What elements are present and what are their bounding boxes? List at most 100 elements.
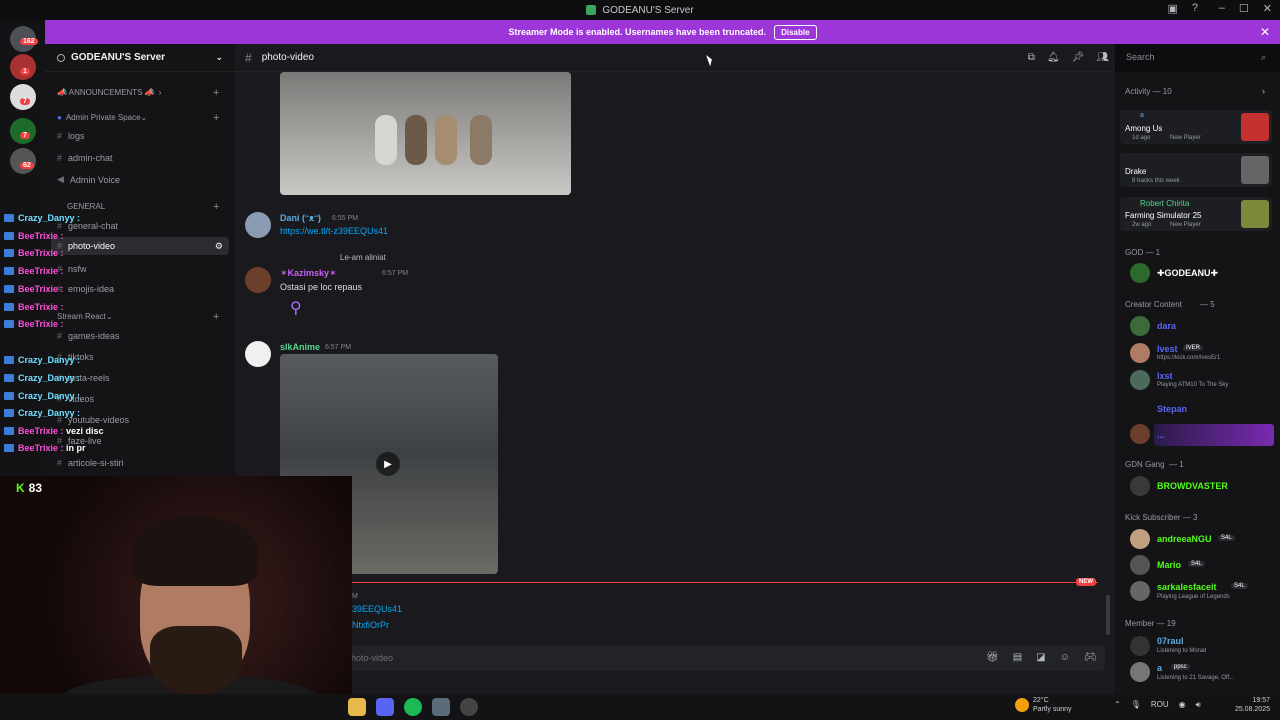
avatar[interactable] [1130,316,1150,336]
file-explorer-icon[interactable] [348,698,366,716]
member-name[interactable]: Ivest [1157,344,1178,354]
member-name[interactable]: sarkalesfaceit [1157,582,1217,592]
member-status: Playing ATM10 To The Sky [1157,382,1229,388]
gif-icon[interactable]: ▤ [1013,652,1022,663]
server-icon[interactable] [10,84,36,110]
role-header: GDN Gang [1125,460,1165,469]
avatar[interactable] [245,212,271,238]
avatar[interactable] [1130,636,1150,656]
avatar[interactable] [1130,263,1150,283]
server-icon[interactable] [10,148,36,174]
role-header: GOD — 1 [1125,248,1161,257]
member-name[interactable]: Mario [1157,560,1181,570]
member-name[interactable]: Ixst [1157,371,1173,381]
gift-icon[interactable]: 🎁︎ [986,652,999,663]
avatar[interactable] [1130,555,1150,575]
chevron-right-icon[interactable]: › [1262,86,1265,96]
maximize-button[interactable]: ☐ [1239,2,1249,15]
add-channel-icon[interactable]: + [213,311,219,323]
members-icon[interactable]: 👥︎ [1096,52,1109,63]
member-tag: IVER [1183,345,1204,351]
activity-card[interactable]: a Among Us 1d ago New Player [1120,110,1272,144]
clock[interactable]: 19:57 25.08.2025 [1232,696,1270,714]
search-input[interactable]: Search ⌕ [1120,49,1272,67]
server-icon[interactable] [10,54,36,80]
message-link[interactable]: https://we.tl/t-z39EEQUs41 [280,226,388,236]
play-icon[interactable]: ▶ [376,452,400,476]
attached-image[interactable] [280,72,571,195]
sticker-icon[interactable]: ◪ [1036,652,1045,663]
member-name[interactable]: Stepan [1157,404,1187,414]
avatar[interactable] [1130,343,1150,363]
help-icon[interactable]: ? [1192,2,1198,15]
close-window-button[interactable]: ✕ [1263,2,1272,15]
pin-icon[interactable]: 📌︎ [1072,52,1085,63]
gear-icon[interactable]: ⚙ [215,241,223,252]
category-announcements[interactable]: 📣 ANNOUNCEMENTS 📣 › [57,88,161,97]
member-tag: S4L [1218,535,1235,541]
add-channel-icon[interactable]: + [213,112,219,124]
server-header[interactable]: GODEANU'S Server ⌄ [45,44,235,72]
member-name[interactable]: andreeaNGU [1157,534,1212,544]
avatar[interactable] [245,341,271,367]
member-name[interactable]: 07raul [1157,636,1184,646]
message-author[interactable]: ✶Kazimsky✶ [280,268,337,279]
close-icon[interactable]: ✕ [1260,25,1270,39]
member-name[interactable]: BROWDVASTER [1157,481,1228,491]
category-admin[interactable]: ● Admin Private Space ⌄ [57,113,147,122]
avatar[interactable] [1130,662,1150,682]
disable-streamer-button[interactable]: Disable [774,24,817,40]
inbox-icon[interactable]: ▣ [1167,2,1177,15]
emoji-icon[interactable]: ☺ [1060,652,1070,663]
badge: 7 [20,98,30,105]
minimize-button[interactable]: – [1219,2,1225,15]
message-input[interactable]: hoto-video [245,645,1105,671]
chat-scrollbar[interactable] [1106,595,1110,635]
volume-icon[interactable]: 🔊︎ [1196,700,1201,710]
avatar[interactable] [1130,476,1150,496]
avatar[interactable] [1130,370,1150,390]
settings-icon[interactable] [432,698,450,716]
message-author[interactable]: Dani (ᵔᴥᵔ) [280,213,321,223]
add-channel-icon[interactable]: + [213,201,219,213]
message-author[interactable]: slkAnime [280,342,320,352]
apps-icon[interactable]: 🎮︎ [1084,652,1097,663]
language-indicator[interactable]: ROU [1151,700,1169,710]
chevron-up-icon[interactable]: ⌃ [1114,700,1121,710]
channel-admin-voice[interactable]: ◀ Admin Voice [57,174,120,185]
member-tag: ppsc [1171,664,1190,670]
avatar[interactable] [1130,581,1150,601]
member-name[interactable]: a [1157,663,1162,673]
member-name[interactable]: dara [1157,321,1176,331]
chat-line: BeeTrixie : [4,284,64,294]
bell-icon[interactable]: 🔔︎ [1047,52,1060,63]
avatar[interactable] [245,267,271,293]
channel-admin-chat[interactable]: # admin-chat [57,153,113,163]
nameplate [1154,424,1274,446]
wifi-icon[interactable]: ◉ [1179,700,1186,710]
activity-card[interactable]: Drake 8 tracks this week [1120,153,1272,187]
reply-preview[interactable]: Le-am aliniat [340,253,386,262]
chevron-down-icon[interactable]: ⌄ [215,52,223,63]
chat-line: Crazy_Danyy : [4,391,80,401]
discord-taskbar-icon[interactable] [376,698,394,716]
message-link[interactable]: 39EEQUs41 [352,604,402,614]
channel-logs[interactable]: # logs [57,131,85,141]
spotify-icon[interactable] [404,698,422,716]
sticker-icon[interactable]: ⚲ [290,298,302,318]
mic-icon[interactable]: 🎙︎ [1131,700,1141,710]
member-name[interactable]: ... [1157,430,1165,440]
weather-widget[interactable]: 22°C Partly sunny [1015,696,1072,714]
activity-card[interactable]: Robert Chirita Farming Simulator 25 2w a… [1120,197,1272,231]
search-icon: ⌕ [1260,52,1266,62]
threads-icon[interactable]: ⧉ [1028,52,1035,63]
avatar[interactable] [1130,424,1150,444]
role-count: — 5 [1200,300,1215,309]
member-name[interactable]: ✚GODEANU✚ [1157,268,1218,279]
server-icon[interactable] [10,118,36,144]
obs-icon[interactable] [460,698,478,716]
channel-title: photo-video [261,52,314,63]
add-channel-icon[interactable]: + [213,87,219,99]
message-link[interactable]: NtxfiOrPr [352,620,389,630]
avatar[interactable] [1130,529,1150,549]
